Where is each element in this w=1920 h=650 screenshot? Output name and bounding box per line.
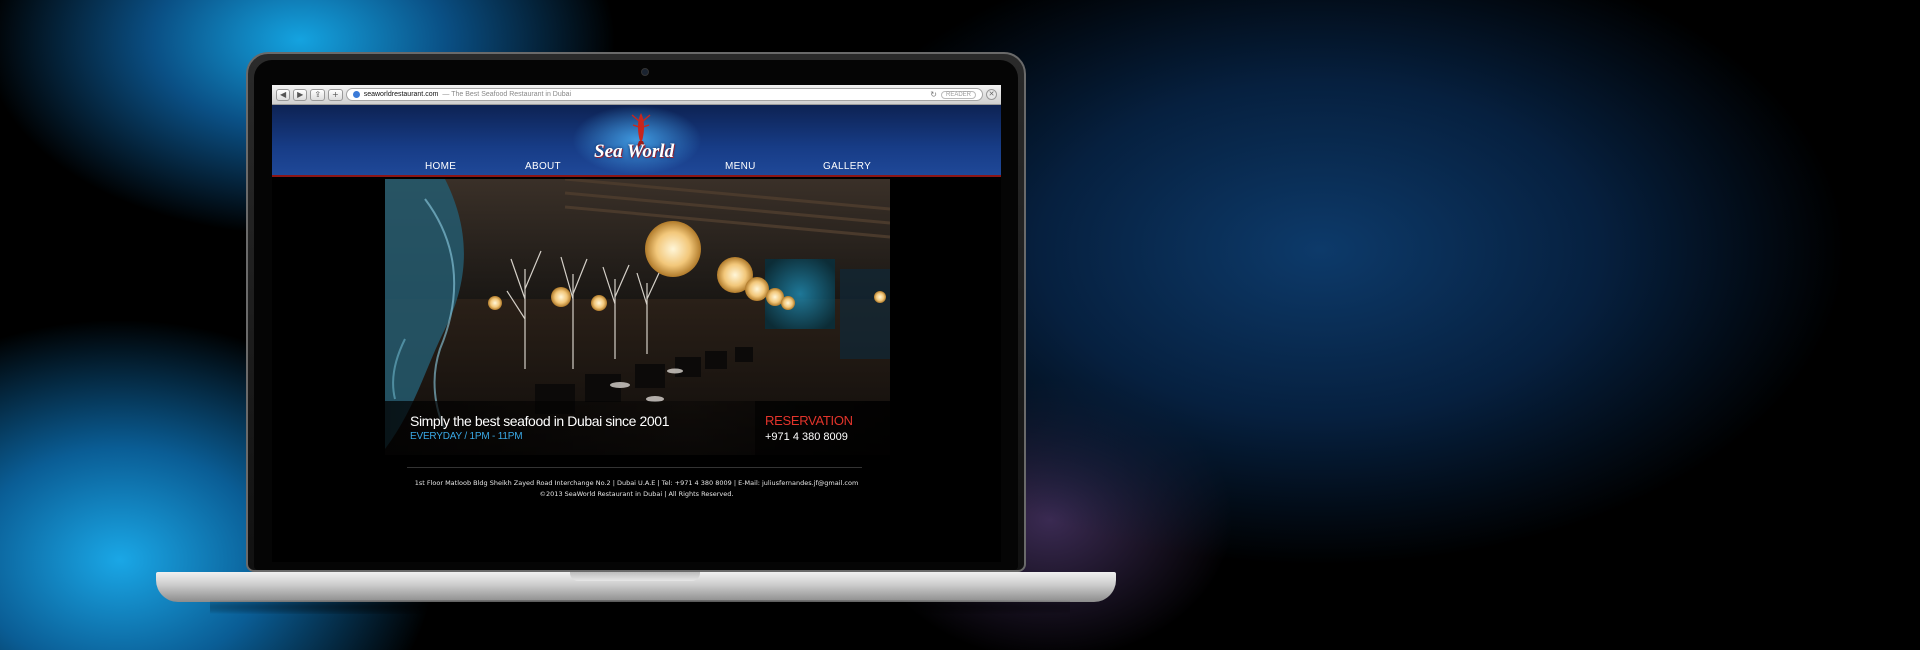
reload-icon[interactable]: ↻ [930,90,937,99]
hero-caption: Simply the best seafood in Dubai since 2… [385,401,890,455]
url-text: seaworldrestaurant.com [363,91,439,98]
nav-gallery[interactable]: GALLERY [823,161,871,172]
add-bookmark-button[interactable]: + [328,88,343,101]
reader-button[interactable]: READER [940,90,976,99]
camera-icon [641,68,649,76]
nav-about[interactable]: ABOUT [525,161,561,172]
stop-icon[interactable]: ✕ [986,89,997,100]
laptop-notch [570,572,700,581]
address-bar[interactable]: seaworldrestaurant.com — The Best Seafoo… [345,88,983,101]
footer-divider [407,467,862,468]
hero-banner: Simply the best seafood in Dubai since 2… [385,179,890,455]
footer-address: 1st Floor Matloob Bldg Sheikh Zayed Road… [414,479,859,487]
footer-copyright: ©2013 SeaWorld Restaurant in Dubai | All… [539,490,734,498]
site-header: Sea World HOME ABOUT MENU GALLERY [272,105,1001,177]
logo-text: Sea World [594,141,675,162]
browser-toolbar: ◀ ▶ ⇪ + seaworldrestaurant.com — The Bes… [272,85,1001,105]
globe-icon [352,91,360,98]
opening-hours: EVERYDAY / 1PM - 11PM [410,431,523,442]
hero-tagline: Simply the best seafood in Dubai since 2… [410,413,670,429]
page-title: — The Best Seafood Restaurant in Dubai [442,91,572,98]
laptop-shadow [210,600,1070,614]
share-button[interactable]: ⇪ [310,88,326,101]
laptop-screen: ◀ ▶ ⇪ + seaworldrestaurant.com — The Bes… [272,85,1001,562]
reservation-panel[interactable]: RESERVATION +971 4 380 8009 [755,401,890,455]
nav-home[interactable]: HOME [425,161,456,172]
forward-button[interactable]: ▶ [293,88,308,101]
laptop-base [156,572,1116,602]
back-button[interactable]: ◀ [276,88,291,101]
main-nav: HOME ABOUT MENU GALLERY [272,161,1001,177]
reservation-label: RESERVATION [765,413,853,428]
nav-menu[interactable]: MENU [725,161,756,172]
reservation-phone[interactable]: +971 4 380 8009 [765,431,848,443]
